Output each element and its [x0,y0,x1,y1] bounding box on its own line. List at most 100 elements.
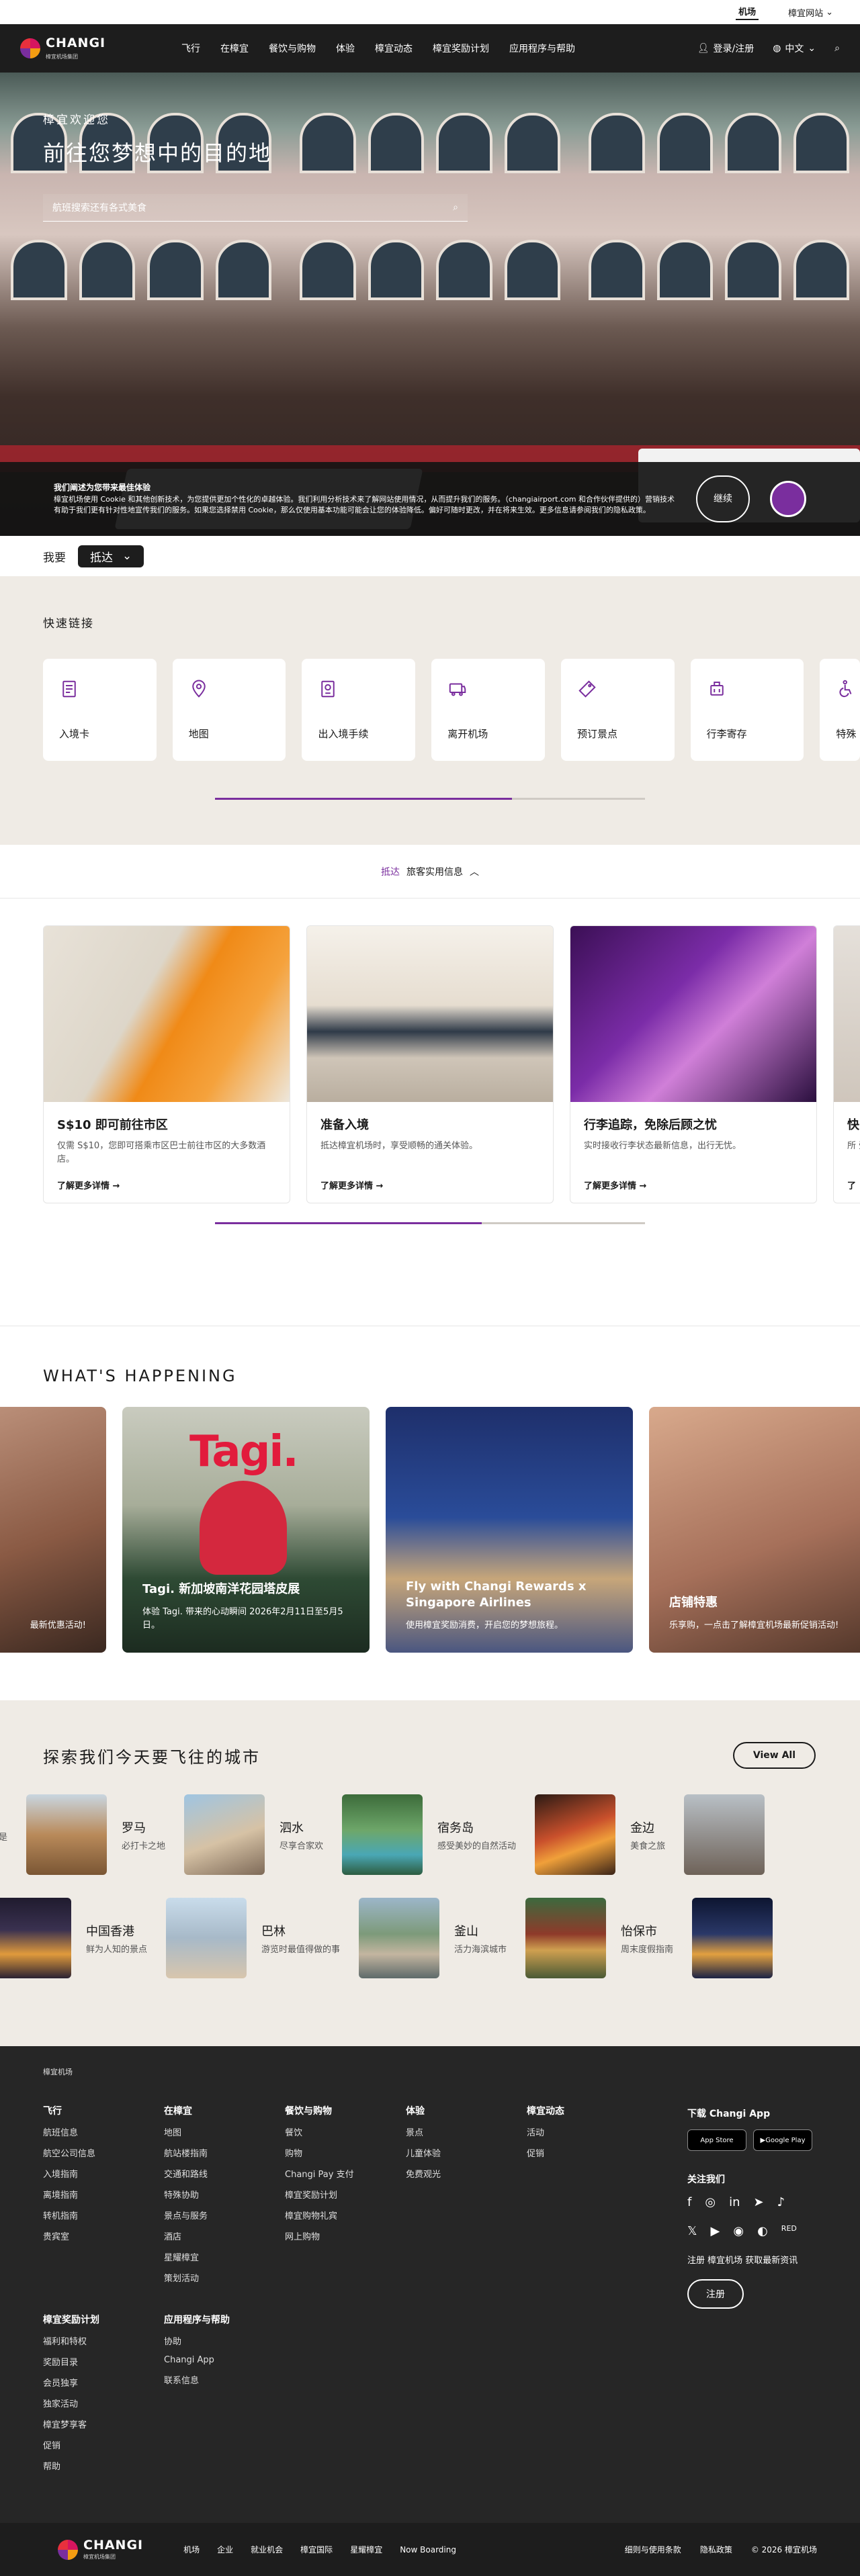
x-icon[interactable]: 𝕏 [687,2224,697,2238]
quick-link-special[interactable]: 特殊 [820,659,860,761]
footer-link[interactable]: Changi App [164,2355,285,2365]
app-store-badge[interactable]: App Store [687,2129,746,2151]
facebook-icon[interactable]: f [687,2195,691,2209]
footer-link[interactable]: 航空公司信息 [43,2146,164,2159]
footer-link[interactable]: 促销 [43,2438,164,2451]
info-card-link[interactable]: 了 [847,1179,860,1191]
city-item-bahrain[interactable]: 巴林 游览时最值得做的事 [166,1898,340,1978]
quick-link-immigration[interactable]: 出入境手续 [302,659,416,761]
changi-logo[interactable]: CHANGI 樟宜机场集团 [20,36,181,60]
city-item-phnom-penh[interactable]: 金边 美食之旅 [535,1794,665,1875]
city-item[interactable] [684,1794,765,1875]
city-item-ipoh[interactable]: 怡保市 周末度假指南 [525,1898,673,1978]
footer-link[interactable]: 网上购物 [285,2229,406,2242]
telegram-icon[interactable]: ➤ [753,2195,763,2209]
quick-links-scroll-thumb[interactable] [215,798,512,800]
changi-logo-footer[interactable]: CHANGI 樟宜机场集团 [58,2539,143,2560]
city-item[interactable] [692,1898,787,1978]
xiaohongshu-icon[interactable]: RED [781,2224,797,2238]
cookie-continue-button[interactable]: 继续 [696,475,750,522]
info-card-link[interactable]: 了解更多详情 → [320,1179,540,1191]
chat-assistant-icon[interactable] [770,481,806,517]
footer-link[interactable]: 景点 [406,2125,527,2138]
city-item-cebu[interactable]: 宿务岛 感受美妙的自然活动 [342,1794,516,1875]
menu-item-app-help[interactable]: 应用程序与帮助 [509,42,575,55]
happening-card[interactable]: 店铺特惠 乐享购，一点击了解樟宜机场最新促销活动! [649,1407,860,1653]
info-scrollbar[interactable] [215,1222,645,1224]
footer-link[interactable]: 交通和路线 [164,2167,285,2180]
footer-link[interactable]: 联系信息 [164,2373,285,2386]
login-button[interactable]: 👤︎ 登录/注册 [697,42,755,55]
language-selector[interactable]: ◍ 中文 ⌄ [773,42,816,55]
search-icon[interactable]: ⌕ [834,43,840,54]
footer-link[interactable]: 活动 [527,2125,688,2138]
footer-link[interactable]: 策划活动 [164,2271,285,2284]
utility-corporate-link[interactable]: 樟宜网站 ⌄ [788,6,833,19]
footer-link[interactable]: 儿童体验 [406,2146,527,2159]
footer-link[interactable]: 福利和特权 [43,2334,164,2347]
footer-link[interactable]: 转机指南 [43,2209,164,2221]
info-card-link[interactable]: 了解更多详情 → [57,1179,276,1191]
register-button[interactable]: 注册 [687,2279,744,2309]
city-item-surabaya[interactable]: 泗水 尽享合家欢 [184,1794,323,1875]
happening-card[interactable]: Tagi. Tagi. 新加坡南洋花园塔皮展 体验 Tagi. 带来的心动瞬间 2… [122,1407,370,1653]
city-item-busan[interactable]: 釜山 活力海滨城市 [359,1898,507,1978]
hero-search-input[interactable]: 航班搜索还有各式美食 ⌕ [43,194,468,222]
footer-link[interactable]: 特殊协助 [164,2188,285,2201]
bottom-link-careers[interactable]: 就业机会 [251,2544,283,2555]
terms-link[interactable]: 细则与使用条款 [625,2544,681,2555]
footer-link[interactable]: 樟宜梦享客 [43,2418,164,2430]
footer-link[interactable]: 协助 [164,2334,285,2347]
bottom-link-now-boarding[interactable]: Now Boarding [400,2545,456,2555]
footer-link[interactable]: 地图 [164,2125,285,2138]
footer-link[interactable]: 樟宜奖励计划 [285,2188,406,2201]
footer-link[interactable]: 免费观光 [406,2167,527,2180]
footer-link[interactable]: 航班信息 [43,2125,164,2138]
happening-card[interactable]: Fly with Changi Rewards x Singapore Airl… [386,1407,633,1653]
footer-link[interactable]: 航站楼指南 [164,2146,285,2159]
quick-links-scrollbar[interactable] [215,798,645,800]
menu-item-fly[interactable]: 飞行 [181,42,200,55]
happening-card[interactable]: 最新优惠活动! [0,1407,106,1653]
menu-item-at-changi[interactable]: 在樟宜 [220,42,249,55]
info-card[interactable]: S$10 即可前往市区 仅需 S$10，您即可搭乘市区巴士前往市区的大多数酒店。了… [43,925,290,1203]
info-scroll-thumb[interactable] [215,1222,482,1224]
footer-link[interactable]: 樟宜购物礼宾 [285,2209,406,2221]
youtube-icon[interactable]: ▶ [711,2224,720,2238]
city-item-rome[interactable]: 罗马 必打卡之地 [26,1794,165,1875]
footer-link[interactable]: 贵宾室 [43,2229,164,2242]
quick-link-baggage-storage[interactable]: 行李寄存 [690,659,804,761]
footer-link[interactable]: 独家活动 [43,2397,164,2409]
linkedin-icon[interactable]: in [729,2195,740,2209]
menu-item-dine-shop[interactable]: 餐饮与购物 [269,42,316,55]
quick-link-book-attractions[interactable]: 预订景点 [560,659,675,761]
menu-item-experience[interactable]: 体验 [336,42,355,55]
quick-link-leaving-airport[interactable]: 离开机场 [431,659,545,761]
footer-link[interactable]: 星耀樟宜 [164,2250,285,2263]
menu-item-rewards[interactable]: 樟宜奖励计划 [433,42,489,55]
tiktok-icon[interactable]: ♪ [777,2195,785,2209]
privacy-link[interactable]: 隐私政策 [700,2544,732,2555]
bottom-link-corporate[interactable]: 企业 [217,2544,233,2555]
menu-item-happenings[interactable]: 樟宜动态 [375,42,413,55]
footer-link[interactable]: 入境指南 [43,2167,164,2180]
travel-tips-toggle[interactable]: 抵达 旅客实用信息 ︿ [0,845,860,899]
bottom-link-airport[interactable]: 机场 [183,2544,200,2555]
wechat-icon[interactable]: ◉ [733,2224,744,2238]
quick-link-map[interactable]: 地图 [172,659,286,761]
footer-link[interactable]: Changi Pay 支付 [285,2167,406,2180]
footer-link[interactable]: 餐饮 [285,2125,406,2138]
info-card[interactable]: 准备入境 抵达樟宜机场时，享受顺畅的通关体验。 了解更多详情 → [306,925,554,1203]
footer-link[interactable]: 促销 [527,2146,688,2159]
footer-link[interactable]: 帮助 [43,2459,164,2472]
city-item[interactable]: 中国香港 鲜为人知的景点 [0,1898,147,1978]
bottom-link-changi-international[interactable]: 樟宜国际 [300,2544,333,2555]
footer-link[interactable]: 酒店 [164,2229,285,2242]
instagram-icon[interactable]: ◎ [705,2195,716,2209]
footer-link[interactable]: 会员独享 [43,2376,164,2389]
intent-dropdown[interactable]: 抵达 ⌄ [78,545,144,567]
city-item[interactable]: 去畅饮比比皆是 [0,1794,7,1875]
view-all-button[interactable]: View All [732,1742,816,1769]
weibo-icon[interactable]: ◐ [757,2224,768,2238]
footer-link[interactable]: 购物 [285,2146,406,2159]
